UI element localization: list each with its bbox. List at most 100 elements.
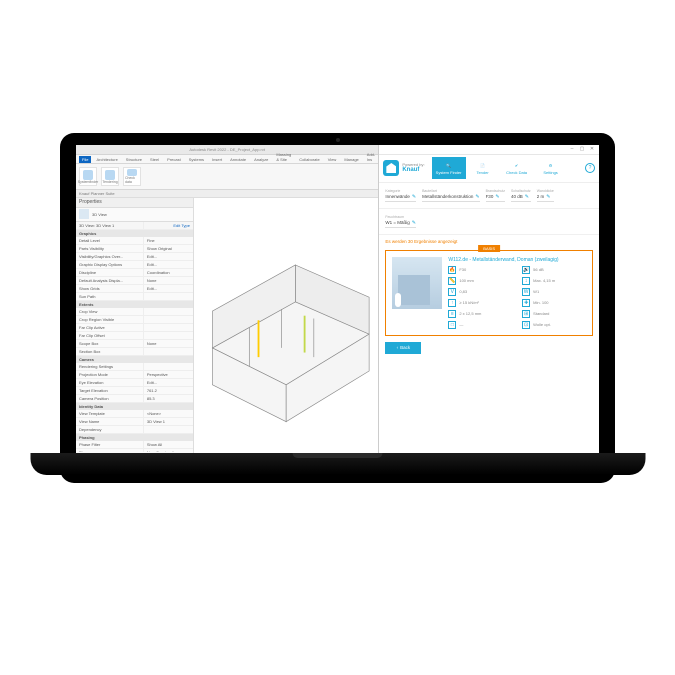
prop-value[interactable] xyxy=(144,324,193,331)
prop-value[interactable] xyxy=(144,363,193,370)
ribbon-tab-structure[interactable]: Structure xyxy=(123,156,145,163)
prop-value[interactable]: None xyxy=(144,340,193,347)
edit-icon[interactable]: ✎ xyxy=(412,220,416,226)
prop-row[interactable]: Visibility/Graphics Over...Edit... xyxy=(76,253,193,261)
edit-type-button[interactable]: Edit Type xyxy=(144,222,193,229)
ribbon-tab-massing-site[interactable]: Massing & Site xyxy=(273,151,294,163)
ribbon-tab-architecture[interactable]: Architecture xyxy=(93,156,120,163)
prop-row[interactable]: Dependency xyxy=(76,426,193,434)
prop-group-extents[interactable]: Extents xyxy=(76,301,193,308)
filter-kategorie[interactable]: KategorieInnenwände✎ xyxy=(385,189,416,202)
nav-settings[interactable]: ⚙Settings xyxy=(534,157,568,179)
ribbon-tab-systems[interactable]: Systems xyxy=(186,156,207,163)
properties-type-selector[interactable]: 3D View xyxy=(76,208,193,222)
help-icon[interactable]: ? xyxy=(585,163,595,173)
prop-row[interactable]: Sun Path xyxy=(76,293,193,301)
prop-row[interactable]: Far Clip Offset xyxy=(76,332,193,340)
nav-check-data[interactable]: ✔Check Data xyxy=(500,157,534,179)
ribbon-tab-insert[interactable]: Insert xyxy=(209,156,225,163)
edit-icon[interactable]: ✎ xyxy=(475,194,479,200)
ribbon-tab-precast[interactable]: Precast xyxy=(164,156,184,163)
ribbon-button-label: Systemfinder xyxy=(78,180,98,184)
prop-value[interactable]: Fine xyxy=(144,237,193,244)
prop-value[interactable]: Edit... xyxy=(144,285,193,292)
ribbon-tab-manage[interactable]: Manage xyxy=(341,156,361,163)
prop-value[interactable] xyxy=(144,348,193,355)
prop-row[interactable]: View Name3D View 1 xyxy=(76,418,193,426)
ribbon-button-check-data[interactable]: Check data xyxy=(123,167,141,186)
prop-value[interactable]: Perspective xyxy=(144,371,193,378)
prop-row[interactable]: Scope BoxNone xyxy=(76,340,193,348)
filter-wanddicke[interactable]: Wanddicke2 m✎ xyxy=(537,189,554,202)
prop-value[interactable] xyxy=(144,308,193,315)
close-button[interactable]: ✕ xyxy=(589,146,595,152)
prop-row[interactable]: View Template<None> xyxy=(76,410,193,418)
prop-value[interactable]: Edit... xyxy=(144,253,193,260)
edit-icon[interactable]: ✎ xyxy=(546,194,550,200)
prop-row[interactable]: Camera Position85.3 xyxy=(76,395,193,403)
prop-row[interactable]: Phase FilterShow All xyxy=(76,441,193,449)
prop-value[interactable]: 85.3 xyxy=(144,395,193,402)
maximize-button[interactable]: ▢ xyxy=(579,146,585,152)
results-count-text: Es werden 30 Ergebnisse angezeigt xyxy=(385,239,457,244)
prop-row[interactable]: Graphic Display OptionsEdit... xyxy=(76,261,193,269)
prop-value[interactable] xyxy=(144,293,193,300)
prop-row[interactable]: Far Clip Active xyxy=(76,324,193,332)
prop-value[interactable]: 3D View 1 xyxy=(144,418,193,425)
prop-group-identity-data[interactable]: Identity Data xyxy=(76,403,193,410)
prop-key: Detail Level xyxy=(76,237,144,244)
prop-value[interactable] xyxy=(144,316,193,323)
ribbon-tab-file[interactable]: File xyxy=(79,156,91,163)
prop-row[interactable]: Rendering Settings xyxy=(76,363,193,371)
filter-feuchtraum[interactable]: Feuchtraum W1 = Mäßig ✎ xyxy=(385,215,416,228)
prop-row[interactable]: Target Elevation761.2 xyxy=(76,387,193,395)
prop-group-graphics[interactable]: Graphics xyxy=(76,230,193,237)
prop-value[interactable]: Coordination xyxy=(144,269,193,276)
nav-tender[interactable]: 📄Tender xyxy=(466,157,500,179)
back-button[interactable]: ‹ Back xyxy=(385,342,421,354)
ribbon-tab-add-ins[interactable]: Add-Ins xyxy=(364,151,378,163)
prop-value[interactable]: <None> xyxy=(144,410,193,417)
ribbon-tab-analyze[interactable]: Analyze xyxy=(251,156,271,163)
model-viewport[interactable] xyxy=(194,198,378,461)
nav-system-finder[interactable]: 🔍System Finder xyxy=(432,157,466,179)
prop-row[interactable]: Detail LevelFine xyxy=(76,237,193,245)
edit-icon[interactable]: ✎ xyxy=(495,194,499,200)
instance-selector[interactable]: 3D View: 3D View 1 xyxy=(76,222,144,229)
edit-icon[interactable]: ✎ xyxy=(412,194,416,200)
result-card[interactable]: BASIS W112.de - Metallständerwand, Doman… xyxy=(385,250,593,336)
edit-icon[interactable]: ✎ xyxy=(525,194,529,200)
prop-row[interactable]: Parts VisibilityShow Original xyxy=(76,245,193,253)
prop-value[interactable]: Show All xyxy=(144,441,193,448)
prop-value[interactable] xyxy=(144,426,193,433)
prop-value[interactable]: Edit... xyxy=(144,379,193,386)
prop-value[interactable]: Show Original xyxy=(144,245,193,252)
prop-key: Visibility/Graphics Over... xyxy=(76,253,144,260)
minimize-button[interactable]: – xyxy=(569,146,575,152)
prop-row[interactable]: Projection ModePerspective xyxy=(76,371,193,379)
ribbon-tab-collaborate[interactable]: Collaborate xyxy=(296,156,322,163)
prop-value[interactable]: None xyxy=(144,277,193,284)
prop-row[interactable]: Section Box xyxy=(76,348,193,356)
ribbon-button-systemfinder[interactable]: Systemfinder xyxy=(79,167,97,186)
ribbon-tab-view[interactable]: View xyxy=(325,156,340,163)
prop-row[interactable]: Default Analysis Displa...None xyxy=(76,277,193,285)
prop-value[interactable] xyxy=(144,332,193,339)
prop-row[interactable]: DisciplineCoordination xyxy=(76,269,193,277)
prop-group-phasing[interactable]: Phasing xyxy=(76,434,193,441)
prop-row[interactable]: Eye ElevationEdit... xyxy=(76,379,193,387)
prop-group-camera[interactable]: Camera xyxy=(76,356,193,363)
ribbon-button-tendering[interactable]: Tendering xyxy=(101,167,119,186)
prop-value[interactable]: Edit... xyxy=(144,261,193,268)
prop-row[interactable]: Show GridsEdit... xyxy=(76,285,193,293)
filter-schallschutz[interactable]: Schallschutz40 dB✎ xyxy=(511,189,531,202)
prop-value[interactable]: 761.2 xyxy=(144,387,193,394)
prop-row[interactable]: Crop View xyxy=(76,308,193,316)
prop-key: Crop View xyxy=(76,308,144,315)
properties-header[interactable]: Properties xyxy=(76,198,193,208)
filter-bauteilart[interactable]: BauteilartMetallständerkonstruktion✎ xyxy=(422,189,479,202)
prop-row[interactable]: Crop Region Visible xyxy=(76,316,193,324)
ribbon-tab-annotate[interactable]: Annotate xyxy=(227,156,249,163)
ribbon-tab-steel[interactable]: Steel xyxy=(147,156,162,163)
filter-brandschutz[interactable]: BrandschutzF30✎ xyxy=(486,189,505,202)
